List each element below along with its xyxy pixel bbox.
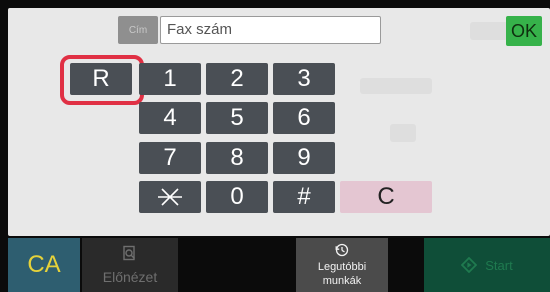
key-0[interactable]: 0 (206, 181, 268, 213)
key-1-label: 1 (163, 65, 177, 92)
key-hash[interactable]: # (273, 181, 335, 213)
key-5-label: 5 (230, 104, 244, 131)
key-asterisk[interactable] (139, 181, 201, 213)
clear-label: C (377, 183, 395, 210)
start-label: Start (485, 257, 513, 273)
key-2[interactable]: 2 (206, 63, 268, 95)
key-r[interactable]: R (70, 63, 132, 95)
key-1[interactable]: 1 (139, 63, 201, 95)
key-9-label: 9 (297, 144, 311, 171)
key-0-label: 0 (230, 183, 244, 210)
key-6-label: 6 (297, 104, 311, 131)
address-book-label: Cím (128, 24, 148, 36)
key-r-label: R (92, 65, 110, 92)
key-6[interactable]: 6 (273, 102, 335, 134)
key-7[interactable]: 7 (139, 142, 201, 174)
key-2-label: 2 (230, 65, 244, 92)
fax-number-input[interactable]: Fax szám (160, 16, 381, 44)
preview-label: Előnézet (102, 269, 158, 285)
preview-icon (123, 245, 135, 261)
key-4[interactable]: 4 (139, 102, 201, 134)
start-button[interactable]: Start (424, 238, 550, 292)
ca-label: CA (27, 251, 61, 278)
key-9[interactable]: 9 (273, 142, 335, 174)
key-3-label: 3 (297, 65, 311, 92)
clear-button[interactable]: C (340, 181, 432, 213)
asterisk-icon (158, 188, 182, 206)
faint-panel-mid (360, 78, 432, 94)
key-7-label: 7 (163, 144, 177, 171)
ca-button[interactable]: CA (8, 238, 80, 292)
key-3[interactable]: 3 (273, 63, 335, 95)
address-book-button[interactable]: Cím (118, 16, 158, 44)
key-4-label: 4 (163, 104, 177, 131)
preview-button[interactable]: Előnézet (82, 238, 178, 292)
ok-label: OK (510, 20, 537, 41)
key-8-label: 8 (230, 144, 244, 171)
recent-jobs-label: Legutóbbi munkák (317, 261, 367, 287)
start-icon (461, 257, 478, 273)
address-row: Cím Fax szám (118, 16, 381, 44)
recent-jobs-button[interactable]: Legutóbbi munkák (296, 238, 388, 292)
key-8[interactable]: 8 (206, 142, 268, 174)
faint-panel-top (470, 22, 508, 40)
key-5[interactable]: 5 (206, 102, 268, 134)
key-hash-label: # (297, 183, 311, 210)
ok-button[interactable]: OK (506, 16, 542, 46)
faint-panel-small (390, 124, 416, 142)
fax-number-placeholder: Fax szám (167, 21, 233, 38)
history-icon (335, 243, 349, 257)
